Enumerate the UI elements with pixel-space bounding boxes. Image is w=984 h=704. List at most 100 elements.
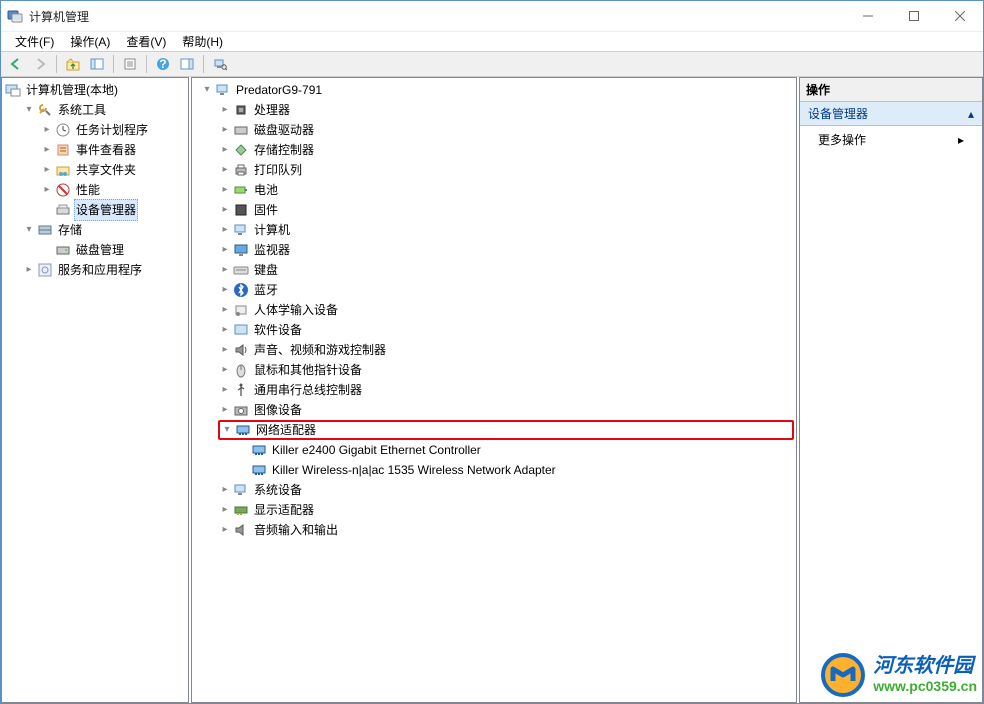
chevron-right-icon[interactable]: ▸: [218, 103, 232, 117]
device-sound[interactable]: ▸声音、视频和游戏控制器: [218, 340, 794, 360]
menu-view[interactable]: 查看(V): [118, 31, 174, 52]
network-adapter-icon: [251, 462, 267, 478]
menu-help[interactable]: 帮助(H): [174, 31, 231, 52]
network-adapter-icon: [251, 442, 267, 458]
chevron-right-icon[interactable]: ▸: [22, 263, 36, 277]
actions-more[interactable]: 更多操作 ▸: [800, 126, 982, 153]
chevron-down-icon[interactable]: ▾: [220, 423, 234, 437]
node-storage[interactable]: ▾ 存储: [22, 220, 186, 240]
device-software[interactable]: ▸软件设备: [218, 320, 794, 340]
device-disk-drive[interactable]: ▸磁盘驱动器: [218, 120, 794, 140]
device-manager-icon: [55, 202, 71, 218]
device-system[interactable]: ▸系统设备: [218, 480, 794, 500]
chevron-right-icon[interactable]: ▸: [40, 163, 54, 177]
device-firmware[interactable]: ▸固件: [218, 200, 794, 220]
device-storage-controller[interactable]: ▸存储控制器: [218, 140, 794, 160]
chevron-down-icon[interactable]: ▾: [22, 103, 36, 117]
chevron-right-icon[interactable]: ▸: [218, 343, 232, 357]
actions-pane-context[interactable]: 设备管理器 ▴: [800, 102, 982, 126]
menu-file[interactable]: 文件(F): [7, 31, 62, 52]
node-device-manager[interactable]: ▸设备管理器: [40, 200, 186, 220]
chevron-right-icon[interactable]: ▸: [218, 163, 232, 177]
tb-show-hide-tree-button[interactable]: [86, 53, 108, 75]
window-title: 计算机管理: [29, 8, 89, 25]
chevron-right-icon[interactable]: ▸: [218, 243, 232, 257]
chevron-right-icon[interactable]: ▸: [40, 123, 54, 137]
chevron-down-icon[interactable]: ▾: [22, 223, 36, 237]
device-usb[interactable]: ▸通用串行总线控制器: [218, 380, 794, 400]
services-icon: [37, 262, 53, 278]
node-computer-management[interactable]: 计算机管理(本地): [4, 80, 186, 100]
computer-icon: [233, 222, 249, 238]
chevron-right-icon[interactable]: ▸: [218, 483, 232, 497]
chevron-right-icon[interactable]: ▸: [218, 203, 232, 217]
chevron-right-icon[interactable]: ▸: [218, 283, 232, 297]
node-disk-management[interactable]: ▸磁盘管理: [40, 240, 186, 260]
tb-scan-hardware-button[interactable]: [209, 53, 231, 75]
device-mouse[interactable]: ▸鼠标和其他指针设备: [218, 360, 794, 380]
minimize-button[interactable]: [845, 1, 891, 31]
device-root[interactable]: ▾PredatorG9-791: [200, 80, 794, 100]
chevron-right-icon[interactable]: ▸: [218, 403, 232, 417]
device-net-killer-wireless[interactable]: ▸Killer Wireless-n|a|ac 1535 Wireless Ne…: [236, 460, 794, 480]
tb-back-button[interactable]: [5, 53, 27, 75]
chevron-right-icon[interactable]: ▸: [218, 143, 232, 157]
node-shared-folders[interactable]: ▸共享文件夹: [40, 160, 186, 180]
device-print-queue[interactable]: ▸打印队列: [218, 160, 794, 180]
client-area: 计算机管理(本地) ▾ 系统工具 ▸任务计划程序 ▸事件查看器 ▸共享文件夹 ▸…: [1, 77, 983, 703]
device-hid[interactable]: ▸人体学输入设备: [218, 300, 794, 320]
tb-up-button[interactable]: [62, 53, 84, 75]
tb-help-button[interactable]: ?: [152, 53, 174, 75]
maximize-button[interactable]: [891, 1, 937, 31]
actions-pane: 操作 设备管理器 ▴ 更多操作 ▸: [799, 77, 983, 703]
chevron-right-icon[interactable]: ▸: [218, 263, 232, 277]
keyboard-icon: [233, 262, 249, 278]
tb-properties-button[interactable]: [119, 53, 141, 75]
result-pane[interactable]: ▾PredatorG9-791 ▸处理器 ▸磁盘驱动器 ▸存储控制器 ▸打印队列…: [191, 77, 797, 703]
network-adapter-icon: [235, 422, 251, 438]
chevron-right-icon[interactable]: ▸: [218, 503, 232, 517]
chevron-right-icon[interactable]: ▸: [218, 123, 232, 137]
battery-icon: [233, 182, 249, 198]
app-icon: [7, 8, 23, 24]
printer-icon: [233, 162, 249, 178]
tb-forward-button[interactable]: [29, 53, 51, 75]
device-net-killer-ethernet[interactable]: ▸Killer e2400 Gigabit Ethernet Controlle…: [236, 440, 794, 460]
chevron-right-icon[interactable]: ▸: [218, 523, 232, 537]
device-battery[interactable]: ▸电池: [218, 180, 794, 200]
node-system-tools[interactable]: ▾ 系统工具: [22, 100, 186, 120]
device-keyboard[interactable]: ▸键盘: [218, 260, 794, 280]
chevron-right-icon[interactable]: ▸: [40, 143, 54, 157]
software-device-icon: [233, 322, 249, 338]
device-audio-io[interactable]: ▸音频输入和输出: [218, 520, 794, 540]
chevron-right-icon[interactable]: ▸: [218, 383, 232, 397]
node-event-viewer[interactable]: ▸事件查看器: [40, 140, 186, 160]
close-button[interactable]: [937, 1, 983, 31]
device-computer[interactable]: ▸计算机: [218, 220, 794, 240]
disk-icon: [55, 242, 71, 258]
chevron-down-icon[interactable]: ▾: [200, 83, 214, 97]
device-imaging[interactable]: ▸图像设备: [218, 400, 794, 420]
scope-tree[interactable]: 计算机管理(本地) ▾ 系统工具 ▸任务计划程序 ▸事件查看器 ▸共享文件夹 ▸…: [2, 78, 188, 282]
node-task-scheduler[interactable]: ▸任务计划程序: [40, 120, 186, 140]
node-services-apps[interactable]: ▸服务和应用程序: [22, 260, 186, 280]
device-cpu[interactable]: ▸处理器: [218, 100, 794, 120]
chevron-right-icon[interactable]: ▸: [218, 223, 232, 237]
computer-icon: [215, 82, 231, 98]
chevron-right-icon[interactable]: ▸: [218, 303, 232, 317]
device-display[interactable]: ▸显示适配器: [218, 500, 794, 520]
device-bluetooth[interactable]: ▸蓝牙: [218, 280, 794, 300]
menu-action[interactable]: 操作(A): [62, 31, 118, 52]
chevron-right-icon[interactable]: ▸: [218, 323, 232, 337]
device-monitor[interactable]: ▸监视器: [218, 240, 794, 260]
monitor-icon: [233, 242, 249, 258]
node-performance[interactable]: ▸性能: [40, 180, 186, 200]
chevron-right-icon[interactable]: ▸: [40, 183, 54, 197]
scope-pane[interactable]: 计算机管理(本地) ▾ 系统工具 ▸任务计划程序 ▸事件查看器 ▸共享文件夹 ▸…: [1, 77, 189, 703]
device-tree[interactable]: ▾PredatorG9-791 ▸处理器 ▸磁盘驱动器 ▸存储控制器 ▸打印队列…: [192, 78, 796, 542]
chevron-right-icon[interactable]: ▸: [218, 363, 232, 377]
system-device-icon: [233, 482, 249, 498]
tb-action-pane-button[interactable]: [176, 53, 198, 75]
chevron-right-icon[interactable]: ▸: [218, 183, 232, 197]
device-network-highlighted[interactable]: ▾网络适配器: [218, 420, 794, 440]
